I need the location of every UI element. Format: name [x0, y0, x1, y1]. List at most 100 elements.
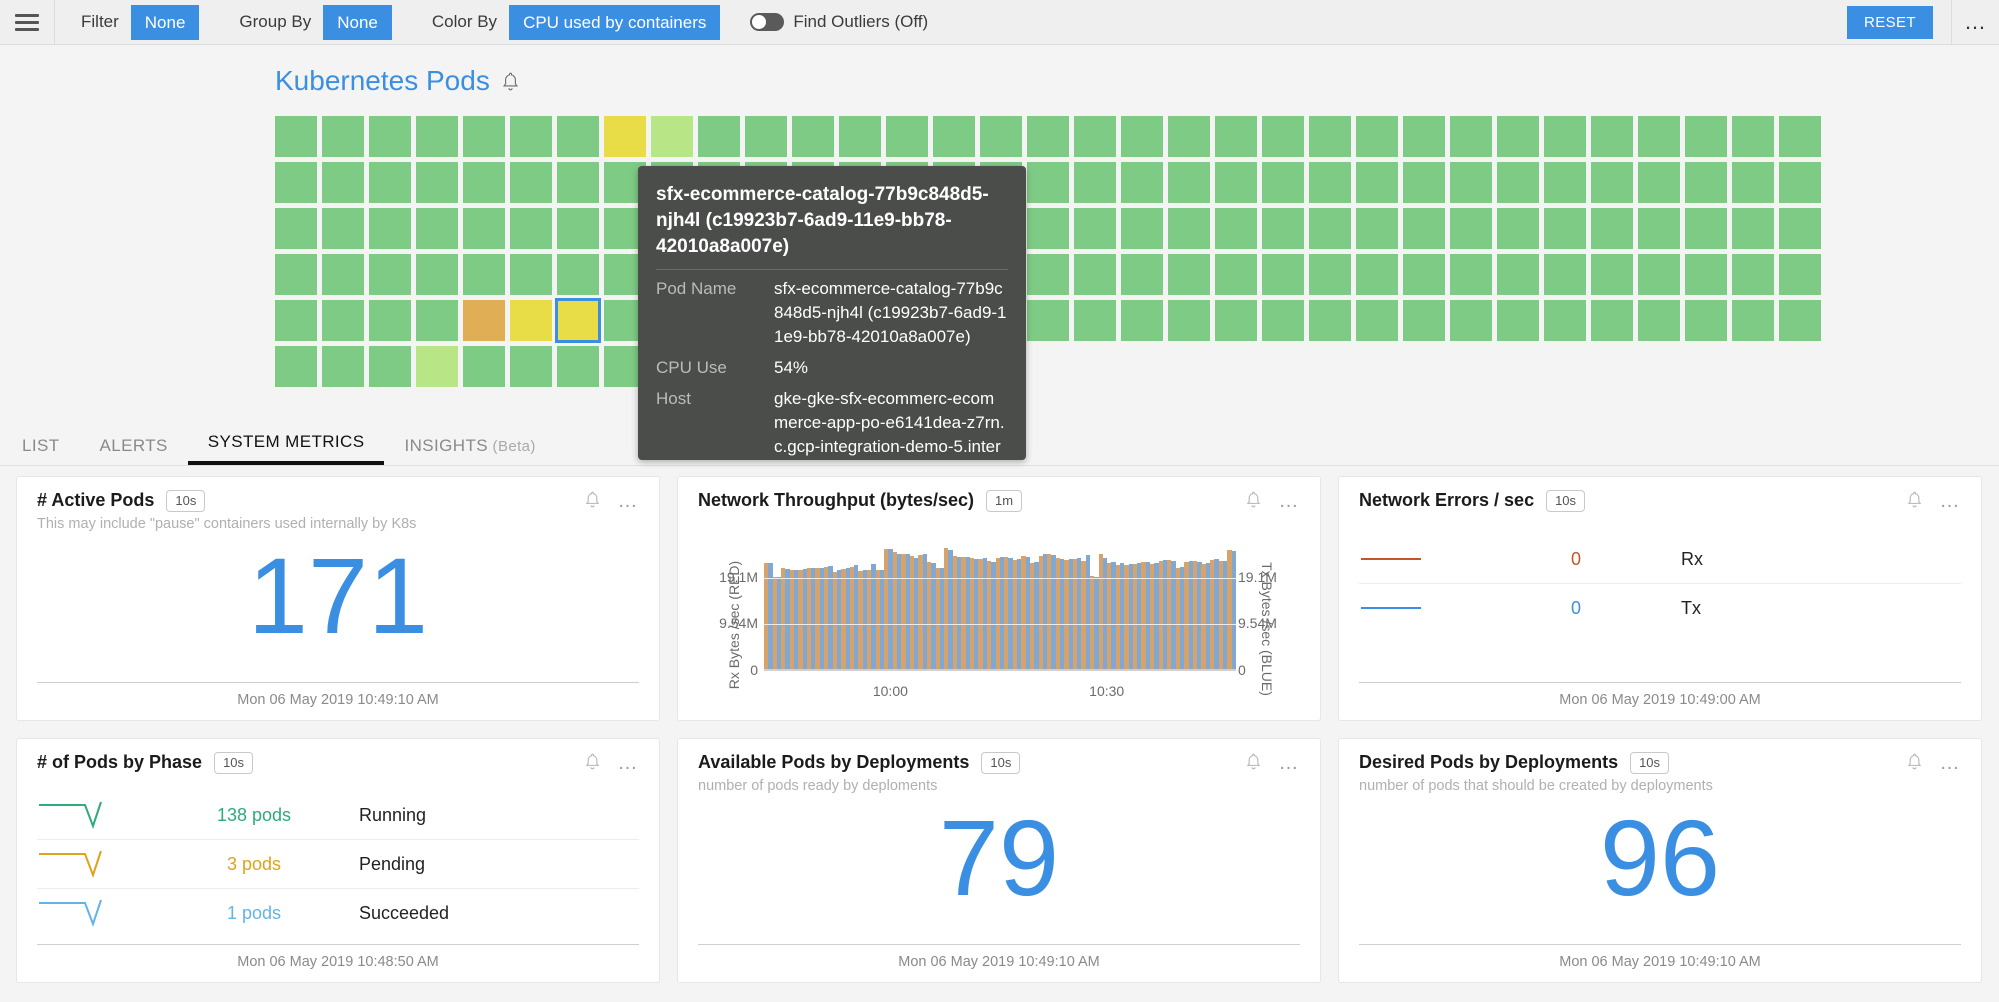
heatmap-cell[interactable]: [369, 300, 411, 341]
heatmap-cell[interactable]: [1638, 162, 1680, 203]
heatmap-cell[interactable]: [1168, 300, 1210, 341]
heatmap-cell[interactable]: [886, 116, 928, 157]
color-by-value-pill[interactable]: CPU used by containers: [509, 5, 720, 40]
heatmap-cell[interactable]: [1403, 300, 1445, 341]
heatmap-cell[interactable]: [1027, 162, 1069, 203]
find-outliers-toggle[interactable]: Find Outliers (Off): [750, 12, 928, 32]
heatmap-cell[interactable]: [1591, 116, 1633, 157]
heatmap-cell[interactable]: [1497, 254, 1539, 295]
more-options-icon[interactable]: …: [1951, 0, 1999, 45]
heatmap-cell[interactable]: [1309, 208, 1351, 249]
heatmap-cell[interactable]: [463, 254, 505, 295]
heatmap-cell[interactable]: [1027, 116, 1069, 157]
heatmap-cell[interactable]: [1309, 254, 1351, 295]
heatmap-cell[interactable]: [1356, 300, 1398, 341]
heatmap-cell[interactable]: [1121, 300, 1163, 341]
bell-icon[interactable]: [1907, 491, 1924, 510]
heatmap-cell[interactable]: [1732, 162, 1774, 203]
heatmap-cell[interactable]: [1685, 116, 1727, 157]
heatmap-cell[interactable]: [275, 208, 317, 249]
heatmap-cell[interactable]: [416, 300, 458, 341]
heatmap-cell[interactable]: [1356, 162, 1398, 203]
heatmap-cell[interactable]: [510, 300, 552, 341]
filter-value-pill[interactable]: None: [131, 5, 200, 40]
heatmap-cell[interactable]: [369, 116, 411, 157]
heatmap-cell[interactable]: [1732, 208, 1774, 249]
heatmap-cell[interactable]: [369, 254, 411, 295]
heatmap-cell[interactable]: [1168, 162, 1210, 203]
heatmap-cell[interactable]: [698, 116, 740, 157]
tab-alerts[interactable]: ALERTS: [80, 436, 188, 465]
heatmap-cell[interactable]: [1591, 300, 1633, 341]
heatmap-cell[interactable]: [557, 208, 599, 249]
heatmap-cell[interactable]: [1591, 208, 1633, 249]
heatmap-cell[interactable]: [1779, 116, 1821, 157]
heatmap-cell[interactable]: [839, 116, 881, 157]
group-by-value-pill[interactable]: None: [323, 5, 392, 40]
heatmap-cell[interactable]: [1074, 116, 1116, 157]
heatmap-cell[interactable]: [1779, 162, 1821, 203]
heatmap-cell[interactable]: [1591, 254, 1633, 295]
heatmap-cell[interactable]: [557, 116, 599, 157]
heatmap-cell[interactable]: [369, 162, 411, 203]
heatmap-cell[interactable]: [1168, 208, 1210, 249]
heatmap-cell[interactable]: [322, 300, 364, 341]
heatmap-cell[interactable]: [510, 116, 552, 157]
heatmap-cell[interactable]: [1403, 162, 1445, 203]
heatmap-cell[interactable]: [1779, 254, 1821, 295]
bell-icon[interactable]: [585, 491, 602, 510]
heatmap-cell[interactable]: [1215, 254, 1257, 295]
heatmap-cell[interactable]: [1262, 162, 1304, 203]
heatmap-cell[interactable]: [1356, 208, 1398, 249]
heatmap-cell[interactable]: [980, 116, 1022, 157]
heatmap-cell[interactable]: [1732, 116, 1774, 157]
heatmap-cell[interactable]: [510, 162, 552, 203]
heatmap-cell[interactable]: [604, 116, 646, 157]
heatmap-cell[interactable]: [1685, 208, 1727, 249]
heatmap-cell[interactable]: [557, 300, 599, 341]
heatmap-cell[interactable]: [1309, 162, 1351, 203]
heatmap-cell[interactable]: [1215, 116, 1257, 157]
heatmap-cell[interactable]: [463, 116, 505, 157]
heatmap-cell[interactable]: [1121, 162, 1163, 203]
heatmap-cell[interactable]: [275, 300, 317, 341]
bell-icon[interactable]: [585, 753, 602, 772]
heatmap-cell[interactable]: [1356, 116, 1398, 157]
heatmap-cell[interactable]: [1027, 300, 1069, 341]
heatmap-cell[interactable]: [510, 346, 552, 387]
heatmap-cell[interactable]: [1215, 300, 1257, 341]
heatmap-cell[interactable]: [557, 162, 599, 203]
heatmap-cell[interactable]: [463, 208, 505, 249]
heatmap-cell[interactable]: [1450, 254, 1492, 295]
heatmap-cell[interactable]: [1779, 208, 1821, 249]
heatmap-cell[interactable]: [322, 208, 364, 249]
bell-icon[interactable]: [1246, 491, 1263, 510]
heatmap-cell[interactable]: [1403, 254, 1445, 295]
heatmap-cell[interactable]: [1215, 162, 1257, 203]
heatmap-cell[interactable]: [1544, 208, 1586, 249]
heatmap-cell[interactable]: [1121, 208, 1163, 249]
heatmap-cell[interactable]: [1497, 208, 1539, 249]
heatmap-cell[interactable]: [933, 116, 975, 157]
heatmap-cell[interactable]: [416, 116, 458, 157]
heatmap-cell[interactable]: [369, 208, 411, 249]
heatmap-cell[interactable]: [1638, 300, 1680, 341]
heatmap-cell[interactable]: [1074, 254, 1116, 295]
reset-button[interactable]: RESET: [1847, 6, 1933, 39]
heatmap-cell[interactable]: [1779, 300, 1821, 341]
heatmap-cell[interactable]: [1027, 254, 1069, 295]
heatmap-cell[interactable]: [322, 116, 364, 157]
heatmap-cell[interactable]: [1450, 116, 1492, 157]
heatmap-cell[interactable]: [1638, 208, 1680, 249]
heatmap-cell[interactable]: [510, 254, 552, 295]
heatmap-cell[interactable]: [463, 162, 505, 203]
heatmap-cell[interactable]: [557, 254, 599, 295]
heatmap-cell[interactable]: [275, 116, 317, 157]
bell-icon[interactable]: [1907, 753, 1924, 772]
heatmap-cell[interactable]: [1356, 254, 1398, 295]
heatmap-cell[interactable]: [1215, 208, 1257, 249]
heatmap-cell[interactable]: [416, 162, 458, 203]
heatmap-cell[interactable]: [1074, 208, 1116, 249]
heatmap-cell[interactable]: [1168, 116, 1210, 157]
heatmap-cell[interactable]: [416, 208, 458, 249]
